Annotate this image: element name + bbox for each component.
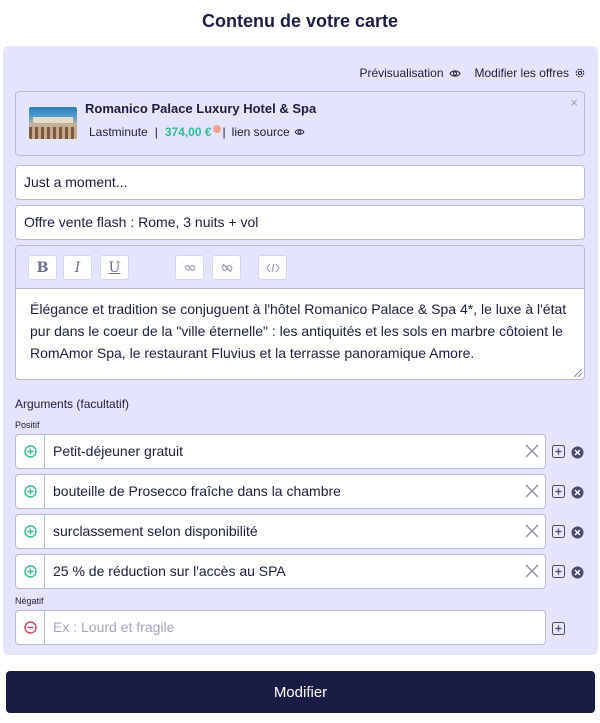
plus-circle-icon [16,515,45,548]
argument-text[interactable]: Petit-déjeuner gratuit [53,443,183,459]
editor-content[interactable]: Élégance et tradition se conjuguent à l'… [16,289,584,364]
positive-label: Positif [15,420,40,430]
link-button[interactable] [175,255,204,280]
plus-circle-icon [16,435,45,468]
close-icon[interactable]: × [570,95,578,110]
submit-button[interactable]: Modifier [6,671,595,713]
preview-label: Prévisualisation [359,66,444,80]
positive-argument-field[interactable]: 25 % de réduction sur l'accès au SPA [15,554,546,589]
editor-toolbar: B I U [16,246,584,289]
argument-text[interactable]: surclassement selon disponibilité [53,523,258,539]
edit-offers-label: Modifier les offres [474,66,569,80]
add-argument-icon[interactable] [552,565,565,578]
negative-label: Négatif [15,596,44,606]
hotel-thumbnail [29,107,77,139]
offer-separator: | [154,125,158,139]
offer-meta: Lastminute | 374,00 € | lien source [89,125,305,139]
rich-text-editor[interactable]: B I U Élégance et tradition se conjuguen… [15,245,585,380]
remove-argument-icon[interactable] [571,446,584,459]
unlink-button[interactable] [212,255,241,280]
clear-icon[interactable] [525,484,539,498]
top-actions: Prévisualisation Modifier les offres [359,66,586,80]
unlink-icon [221,263,232,272]
positive-argument-field[interactable]: surclassement selon disponibilité [15,514,546,549]
code-icon [265,263,280,272]
preview-button[interactable]: Prévisualisation [359,66,461,80]
bold-button[interactable]: B [28,255,57,280]
remove-argument-icon[interactable] [571,486,584,499]
add-argument-icon[interactable] [552,445,565,458]
negative-argument-field[interactable]: Ex : Lourd et fragile [15,610,546,645]
add-argument-icon[interactable] [552,525,565,538]
source-link-label: lien source [231,125,290,139]
minus-circle-icon [16,611,45,644]
offer-price: 374,00 € [164,125,212,139]
add-argument-icon[interactable] [552,622,565,635]
plus-circle-icon [16,555,45,588]
positive-argument-field[interactable]: bouteille de Prosecco fraîche dans la ch… [15,474,546,509]
resize-handle[interactable] [574,369,582,377]
edit-offers-button[interactable]: Modifier les offres [475,66,586,80]
source-link[interactable]: lien source [232,125,305,139]
add-argument-icon[interactable] [552,485,565,498]
offer-separator-2: | [222,125,226,139]
eye-icon [294,129,305,135]
subtitle-input[interactable]: Offre vente flash : Rome, 3 nuits + vol [15,205,585,240]
page-title: Contenu de votre carte [201,11,399,31]
remove-argument-icon[interactable] [571,566,584,579]
title-input[interactable]: Just a moment... [15,165,585,200]
remove-argument-icon[interactable] [571,526,584,539]
italic-button[interactable]: I [63,255,92,280]
eye-icon [448,69,461,77]
positive-argument-field[interactable]: Petit-déjeuner gratuit [15,434,546,469]
plus-circle-icon [16,475,45,508]
source-code-button[interactable] [258,255,287,280]
underline-button[interactable]: U [100,255,129,280]
negative-argument-placeholder[interactable]: Ex : Lourd et fragile [53,619,174,635]
gear-icon [575,68,585,78]
argument-text[interactable]: 25 % de réduction sur l'accès au SPA [53,563,286,579]
selected-offer-card: Romanico Palace Luxury Hotel & Spa Lastm… [15,91,585,156]
offer-provider: Lastminute [89,125,148,139]
argument-text[interactable]: bouteille de Prosecco fraîche dans la ch… [53,483,341,499]
link-icon [184,264,195,271]
clear-icon[interactable] [525,444,539,458]
price-indicator-dot [212,125,221,133]
clear-icon[interactable] [525,564,539,578]
clear-icon[interactable] [525,524,539,538]
arguments-label: Arguments (facultatif) [15,397,130,411]
offer-name: Romanico Palace Luxury Hotel & Spa [85,101,317,116]
